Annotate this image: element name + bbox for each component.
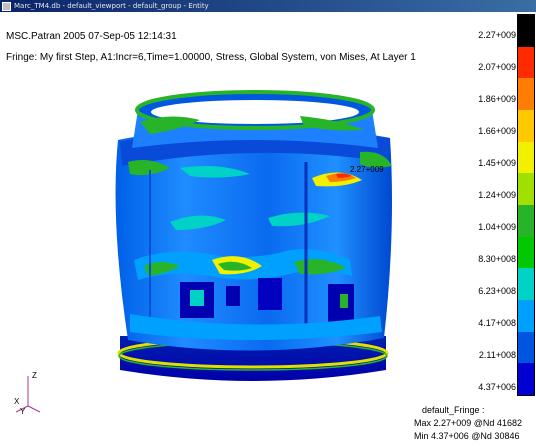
legend-swatch bbox=[518, 110, 534, 142]
legend-color-bar bbox=[517, 14, 535, 396]
legend-value-label: 1.66+009 bbox=[478, 126, 516, 136]
model-viewport[interactable]: 2.27+009 bbox=[0, 70, 470, 422]
fringe-summary: default_Fringe : Max 2.27+009 @Nd 41682 … bbox=[414, 404, 522, 443]
legend-swatch bbox=[518, 173, 534, 205]
axis-triad: Z X Y bbox=[14, 371, 41, 416]
fringe-max: Max 2.27+009 @Nd 41682 bbox=[414, 418, 522, 428]
legend-value-label: 8.30+008 bbox=[478, 254, 516, 264]
legend-value-label: 2.11+008 bbox=[478, 350, 516, 360]
legend-swatch bbox=[518, 78, 534, 110]
legend-swatch bbox=[518, 236, 534, 269]
legend-value-label: 1.24+009 bbox=[478, 190, 516, 200]
legend-value-label: 6.23+008 bbox=[478, 286, 516, 296]
legend-swatch bbox=[518, 268, 534, 300]
axis-z-label: Z bbox=[32, 371, 37, 380]
cylinder-model bbox=[115, 90, 393, 381]
fringe-min: Min 4.37+006 @Nd 30846 bbox=[414, 431, 520, 441]
title-bar[interactable]: Marc_TM4.db - default_viewport - default… bbox=[0, 0, 536, 12]
legend-swatch bbox=[518, 205, 534, 237]
legend-swatch bbox=[518, 141, 534, 174]
legend-swatch bbox=[518, 331, 534, 364]
patran-window: Marc_TM4.db - default_viewport - default… bbox=[0, 0, 536, 446]
legend-value-label: 4.17+008 bbox=[478, 318, 516, 328]
legend-swatch bbox=[518, 15, 534, 47]
axis-x-label: X bbox=[14, 397, 20, 406]
legend-swatch bbox=[518, 46, 534, 79]
app-icon bbox=[2, 1, 11, 11]
header-timestamp: MSC.Patran 2005 07-Sep-05 12:14:31 bbox=[6, 31, 177, 42]
legend-swatch bbox=[518, 300, 534, 332]
legend-swatch bbox=[518, 363, 534, 395]
fringe-legend: 2.27+009 2.07+009 1.86+009 1.66+009 1.45+009… bbox=[470, 14, 536, 398]
legend-value-label: 1.45+009 bbox=[478, 158, 516, 168]
legend-value-label: 2.27+009 bbox=[478, 30, 516, 40]
legend-value-label: 2.07+009 bbox=[478, 62, 516, 72]
legend-value-label: 1.04+009 bbox=[478, 222, 516, 232]
max-marker-label: 2.27+009 bbox=[350, 165, 384, 174]
legend-value-label: 1.86+009 bbox=[478, 94, 516, 104]
axis-y-label: Y bbox=[20, 407, 26, 416]
fringe-description: Fringe: My first Step, A1:Incr=6,Time=1.… bbox=[6, 52, 416, 63]
legend-value-label: 4.37+006 bbox=[478, 382, 516, 392]
fringe-summary-title: default_Fringe : bbox=[422, 405, 485, 415]
window-title: Marc_TM4.db - default_viewport - default… bbox=[14, 2, 209, 10]
